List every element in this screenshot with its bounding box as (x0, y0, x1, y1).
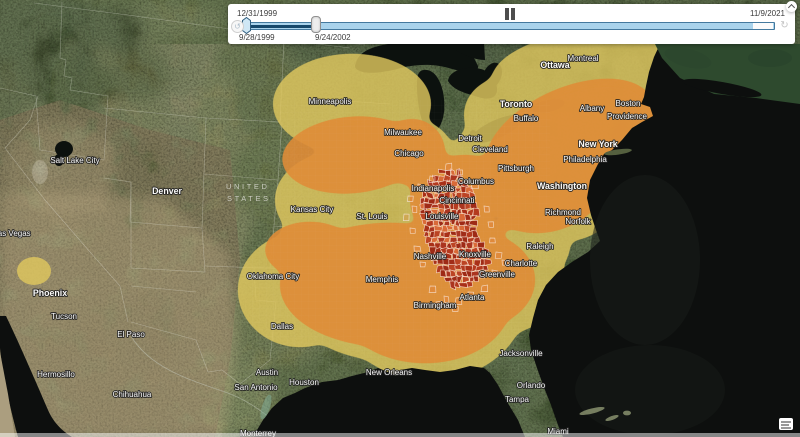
svg-text:Cincinnati: Cincinnati (439, 196, 474, 205)
svg-text:Chihuahua: Chihuahua (113, 390, 152, 399)
svg-text:Nashville: Nashville (414, 252, 447, 261)
svg-text:Buffalo: Buffalo (514, 114, 539, 123)
svg-text:Boston: Boston (616, 99, 641, 108)
svg-text:Phoenix: Phoenix (33, 288, 67, 298)
svg-text:Jacksonville: Jacksonville (499, 349, 543, 358)
svg-text:Ottawa: Ottawa (540, 60, 569, 70)
svg-text:Washington: Washington (537, 181, 587, 191)
svg-text:Atlanta: Atlanta (460, 293, 485, 302)
svg-text:Birmingham: Birmingham (414, 301, 457, 310)
svg-text:Albany: Albany (580, 104, 604, 113)
svg-text:Salt Lake City: Salt Lake City (50, 156, 99, 165)
svg-text:Memphis: Memphis (366, 275, 398, 284)
svg-text:Minneapolis: Minneapolis (309, 97, 352, 106)
svg-text:Charlotte: Charlotte (505, 259, 538, 268)
svg-text:Chicago: Chicago (394, 149, 424, 158)
svg-text:Montreal: Montreal (567, 54, 598, 63)
svg-text:San Antonio: San Antonio (234, 383, 278, 392)
svg-text:Providence: Providence (607, 112, 648, 121)
svg-text:Tucson: Tucson (51, 312, 77, 321)
svg-text:Houston: Houston (289, 378, 319, 387)
svg-text:Richmond: Richmond (545, 208, 581, 217)
svg-text:New York: New York (578, 139, 617, 149)
svg-text:Oklahoma City: Oklahoma City (247, 272, 299, 281)
svg-text:Louisville: Louisville (426, 212, 459, 221)
svg-text:Dallas: Dallas (271, 322, 293, 331)
svg-text:Orlando: Orlando (517, 381, 546, 390)
svg-text:Philadelphia: Philadelphia (563, 155, 607, 164)
svg-text:Las Vegas: Las Vegas (0, 229, 31, 238)
svg-text:Toronto: Toronto (500, 99, 533, 109)
svg-text:Greenville: Greenville (479, 270, 516, 279)
svg-text:Detroit: Detroit (458, 134, 482, 143)
svg-text:Indianapolis: Indianapolis (412, 184, 455, 193)
svg-text:Pittsburgh: Pittsburgh (498, 164, 534, 173)
svg-text:Knoxville: Knoxville (459, 250, 492, 259)
svg-text:Tampa: Tampa (505, 395, 530, 404)
svg-text:Hermosillo: Hermosillo (37, 370, 75, 379)
svg-text:St. Louis: St. Louis (356, 212, 387, 221)
svg-text:El Paso: El Paso (117, 330, 145, 339)
svg-text:Cleveland: Cleveland (472, 145, 508, 154)
svg-text:Raleigh: Raleigh (526, 242, 553, 251)
svg-text:Milwaukee: Milwaukee (384, 128, 422, 137)
svg-text:Norfolk: Norfolk (565, 217, 591, 226)
svg-text:Austin: Austin (256, 368, 278, 377)
svg-text:STATES: STATES (227, 194, 271, 203)
svg-text:Kansas City: Kansas City (291, 205, 334, 214)
svg-text:Denver: Denver (152, 186, 182, 196)
svg-text:New Orleans: New Orleans (366, 368, 412, 377)
svg-text:UNITED: UNITED (226, 182, 270, 191)
svg-text:Columbus: Columbus (458, 177, 494, 186)
